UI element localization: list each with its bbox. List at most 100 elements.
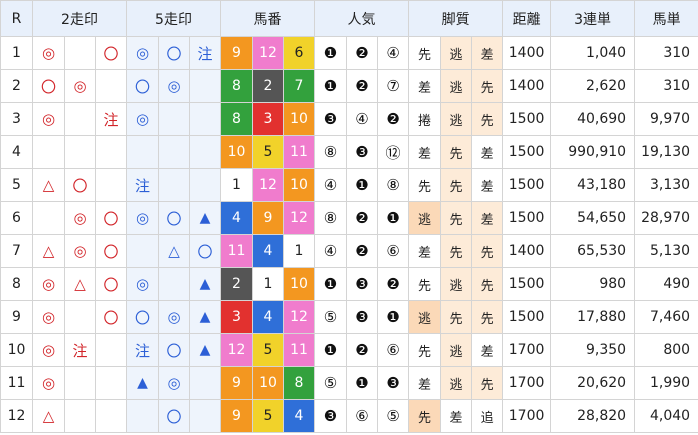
mark-2-cell [32, 135, 65, 169]
table-row[interactable]: 2 〇 ◎ 〇 ◎ 8 2 7 ❶ ❷ ⑦ 差逃先 1400 2,620 310 [0, 69, 698, 103]
mark-5-cell [189, 399, 221, 433]
table-row[interactable]: 8 ◎ △ 〇 ◎ ▲ 2 1 10 ❶ ❸ ❷ 先逃先 1500 980 490 [0, 267, 698, 301]
race-number-cell[interactable]: 1 [0, 36, 33, 70]
running-style-cell: 差 [471, 168, 504, 202]
table-row[interactable]: 4 10 5 11 ⑧ ❸ ⑫ 差先差 1500 990,910 19,130 [0, 135, 698, 169]
header-trifecta[interactable]: 3連単 [550, 0, 636, 37]
horse-number-cell[interactable]: 10 [220, 135, 253, 169]
horse-number-cell[interactable]: 12 [252, 168, 284, 202]
popularity-cell: ④ [346, 102, 379, 136]
header-distance[interactable]: 距離 [502, 0, 552, 37]
header-r[interactable]: R [0, 0, 33, 37]
horse-number-cell[interactable]: 1 [282, 234, 316, 268]
running-style-cell: 逃 [440, 69, 473, 103]
running-style-cell: 先 [408, 36, 442, 70]
race-number-cell[interactable]: 2 [0, 69, 33, 103]
popularity-cell: ⑤ [314, 366, 348, 400]
mark-2-cell [95, 69, 127, 103]
horse-number-cell[interactable]: 2 [220, 267, 253, 301]
horse-number-cell[interactable]: 1 [220, 168, 253, 202]
horse-number-cell[interactable]: 1 [252, 267, 284, 301]
running-style-cell: 差 [408, 366, 442, 400]
mark-2-cell [64, 399, 96, 433]
table-row[interactable]: 6 ◎ 〇 ◎ 〇 ▲ 4 9 12 ⑧ ❷ ❶ 逃先差 1500 54,650 28,970 [0, 201, 698, 235]
trifecta-payout-cell: 990,910 [550, 135, 636, 169]
popularity-cell: ❸ [346, 300, 379, 334]
table-row[interactable]: 9 ◎ 〇〇 ◎ ▲ 3 4 12 ⑤ ❸ ❶ 逃先先 1500 17,880 7,460 [0, 300, 698, 334]
horse-number-cell[interactable]: 12 [252, 36, 284, 70]
popularity-cell: ⑫ [377, 135, 410, 169]
horse-number-cell[interactable]: 11 [220, 234, 253, 268]
header-exacta[interactable]: 馬単 [634, 0, 698, 37]
race-number-cell[interactable]: 10 [0, 333, 33, 367]
mark-5-cell [158, 267, 190, 301]
horse-number-cell[interactable]: 4 [220, 201, 253, 235]
header-popularity[interactable]: 人気 [314, 0, 410, 37]
horse-number-cell[interactable]: 10 [282, 267, 316, 301]
mark-5-cell: 〇 [189, 234, 221, 268]
table-row[interactable]: 7 △ ◎ 〇 △ 〇 11 4 1 ④ ❷ ⑥ 差先先 1400 65,530 5,130 [0, 234, 698, 268]
race-number-cell[interactable]: 8 [0, 267, 33, 301]
horse-number-cell[interactable]: 6 [282, 36, 316, 70]
horse-number-cell[interactable]: 4 [252, 300, 284, 334]
header-2mark[interactable]: 2走印 [32, 0, 127, 37]
horse-number-cell[interactable]: 9 [252, 201, 284, 235]
horse-number-cell[interactable]: 11 [282, 333, 316, 367]
race-number-cell[interactable]: 12 [0, 399, 33, 433]
header-running-style[interactable]: 脚質 [408, 0, 504, 37]
table-row[interactable]: 11 ◎ ▲ ◎ 9 10 8 ⑤ ❶ ❸ 差逃先 1700 20,620 1,990 [0, 366, 698, 400]
race-number-cell[interactable]: 5 [0, 168, 33, 202]
running-style-cell: 差 [408, 135, 442, 169]
horse-number-cell[interactable]: 4 [282, 399, 316, 433]
horse-number-cell[interactable]: 5 [252, 399, 284, 433]
horse-number-cell[interactable]: 3 [252, 102, 284, 136]
running-style-cell: 逃 [440, 267, 473, 301]
header-horse-number[interactable]: 馬番 [219, 0, 316, 37]
horse-number-cell[interactable]: 10 [252, 366, 284, 400]
horse-number-cell[interactable]: 8 [220, 102, 253, 136]
horse-number-cell[interactable]: 4 [252, 234, 284, 268]
horse-number-cell[interactable]: 5 [252, 333, 284, 367]
horse-number-cell[interactable]: 2 [252, 69, 284, 103]
horse-number-cell[interactable]: 8 [282, 366, 316, 400]
table-row[interactable]: 1 ◎ 〇 ◎ 〇注 9 12 6 ❶ ❷ ④ 先逃差 1400 1,040 310 [0, 36, 698, 70]
mark-2-cell: 注 [95, 102, 127, 136]
horse-number-cell[interactable]: 12 [220, 333, 253, 367]
horse-number-cell[interactable]: 5 [252, 135, 284, 169]
mark-5-cell: 〇 [158, 201, 190, 235]
popularity-cell: ❶ [314, 267, 348, 301]
running-style-cell: 差 [408, 69, 442, 103]
mark-5-cell: 〇 [158, 333, 190, 367]
mark-2-cell [64, 135, 96, 169]
header-5mark[interactable]: 5走印 [126, 0, 221, 37]
horse-number-cell[interactable]: 9 [220, 366, 253, 400]
running-style-cell: 先 [440, 135, 473, 169]
horse-number-cell[interactable]: 12 [282, 201, 316, 235]
popularity-cell: ❸ [314, 399, 348, 433]
table-row[interactable]: 10 ◎ 注注〇 ▲ 12 5 11 ❶ ❷ ⑥ 先逃差 1700 9,350 800 [0, 333, 698, 367]
horse-number-cell[interactable]: 11 [282, 135, 316, 169]
horse-number-cell[interactable]: 9 [220, 36, 253, 70]
horse-number-cell[interactable]: 7 [282, 69, 316, 103]
race-number-cell[interactable]: 3 [0, 102, 33, 136]
race-number-cell[interactable]: 11 [0, 366, 33, 400]
popularity-cell: ❸ [377, 366, 410, 400]
horse-number-cell[interactable]: 10 [282, 102, 316, 136]
table-row[interactable]: 12 △ 〇 9 5 4 ❸ ⑥ ⑤ 先差追 1700 28,820 4,040 [0, 399, 698, 433]
horse-number-cell[interactable]: 8 [220, 69, 253, 103]
race-number-cell[interactable]: 7 [0, 234, 33, 268]
horse-number-cell[interactable]: 12 [282, 300, 316, 334]
horse-number-cell[interactable]: 9 [220, 399, 253, 433]
table-row[interactable]: 3 ◎ 注 ◎ 8 3 10 ❸ ④ ❷ 捲逃先 1500 40,690 9,970 [0, 102, 698, 136]
horse-number-cell[interactable]: 3 [220, 300, 253, 334]
mark-2-cell [95, 135, 127, 169]
race-number-cell[interactable]: 4 [0, 135, 33, 169]
popularity-cell: ⑧ [314, 135, 348, 169]
race-number-cell[interactable]: 9 [0, 300, 33, 334]
distance-cell: 1500 [502, 201, 552, 235]
table-row[interactable]: 5 △ 〇注 1 12 10 ④ ❶ ⑧ 先先差 1500 43,180 3,130 [0, 168, 698, 202]
mark-2-cell: ◎ [32, 366, 65, 400]
race-number-cell[interactable]: 6 [0, 201, 33, 235]
mark-5-cell [126, 234, 159, 268]
horse-number-cell[interactable]: 10 [282, 168, 316, 202]
